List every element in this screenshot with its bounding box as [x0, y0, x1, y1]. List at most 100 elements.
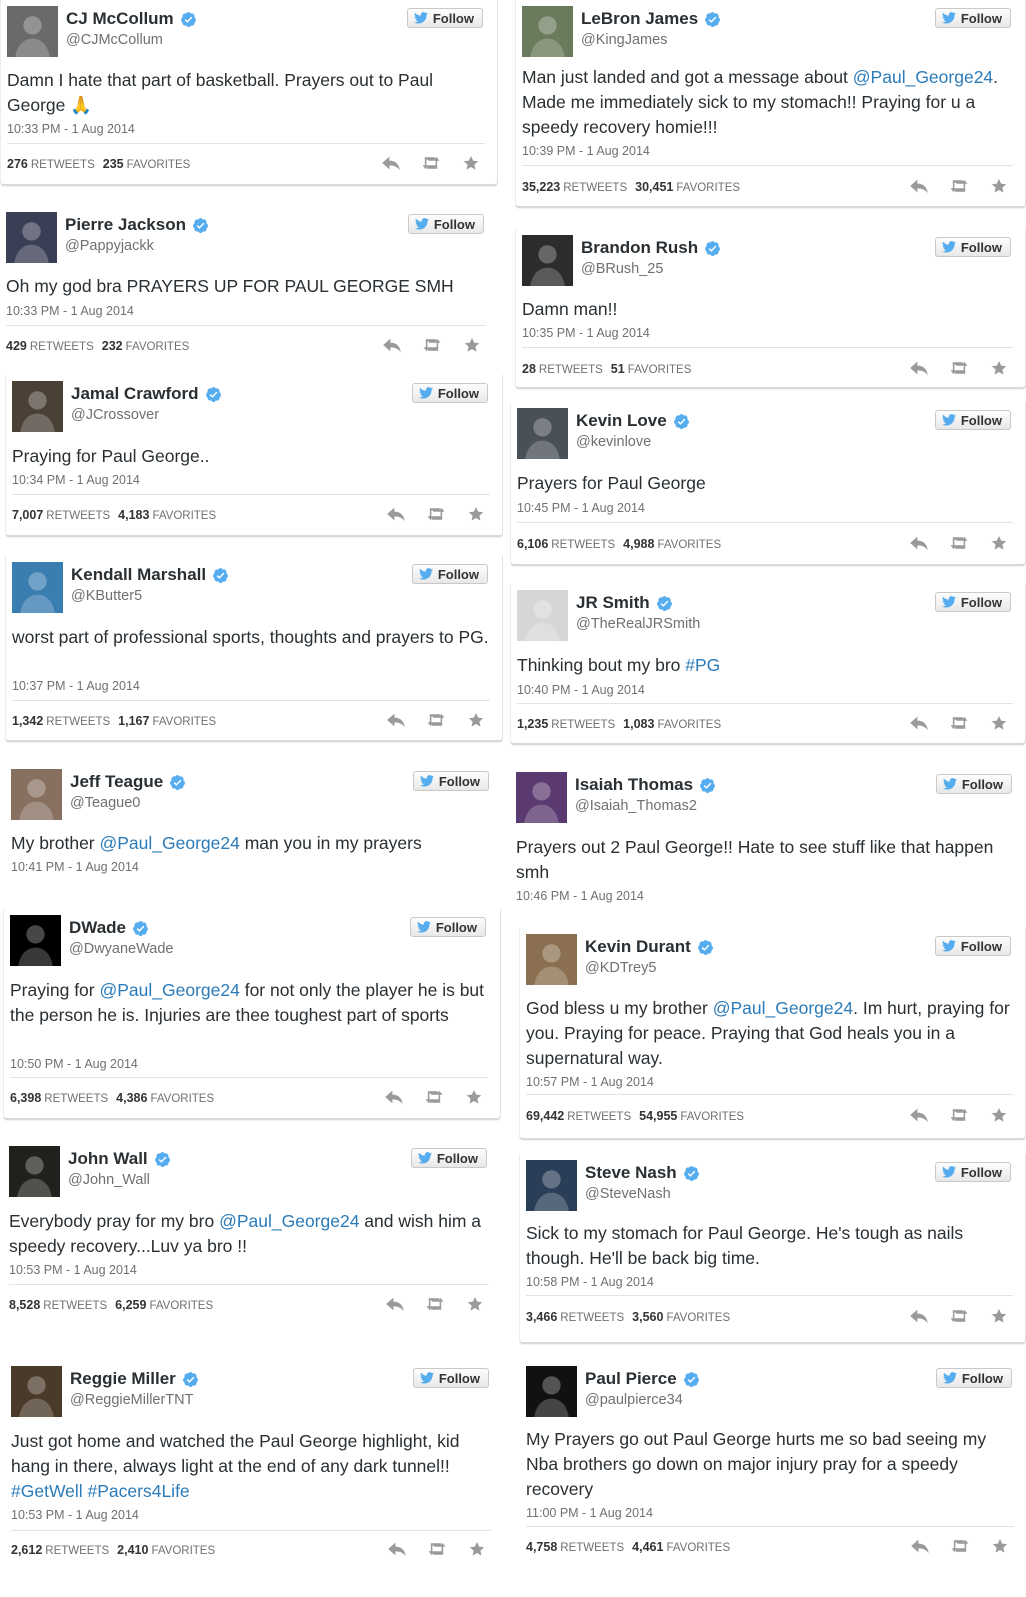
reply-icon[interactable] — [386, 712, 406, 728]
tweet-timestamp[interactable]: 10:33 PM - 1 Aug 2014 — [7, 122, 135, 136]
retweet-icon[interactable] — [949, 715, 969, 731]
retweet-icon[interactable] — [424, 1089, 444, 1105]
reply-icon[interactable] — [909, 1308, 929, 1324]
retweet-icon[interactable] — [949, 535, 969, 551]
author-handle[interactable]: @TheRealJRSmith — [576, 616, 700, 632]
author-name[interactable]: Reggie Miller — [70, 1368, 176, 1390]
tweet-timestamp[interactable]: 10:50 PM - 1 Aug 2014 — [10, 1057, 138, 1071]
retweet-icon[interactable] — [427, 1541, 447, 1557]
retweet-icon[interactable] — [425, 1296, 445, 1312]
avatar[interactable] — [516, 772, 567, 823]
follow-button[interactable]: Follow — [409, 917, 486, 937]
tweet-timestamp[interactable]: 10:45 PM - 1 Aug 2014 — [517, 501, 645, 515]
avatar[interactable] — [526, 1160, 577, 1211]
author-name[interactable]: Pierre Jackson — [65, 214, 186, 236]
author-handle[interactable]: @KButter5 — [71, 588, 142, 604]
avatar[interactable] — [12, 381, 63, 432]
author-handle[interactable]: @John_Wall — [68, 1172, 150, 1188]
tweet-timestamp[interactable]: 11:00 PM - 1 Aug 2014 — [526, 1506, 653, 1520]
author-handle[interactable]: @kevinlove — [576, 434, 651, 450]
favorite-star-icon[interactable] — [464, 1089, 484, 1105]
author-name[interactable]: Kendall Marshall — [71, 564, 206, 586]
retweet-icon[interactable] — [949, 1107, 969, 1123]
follow-button[interactable]: Follow — [935, 1368, 1012, 1388]
retweet-icon[interactable] — [950, 1538, 970, 1554]
tweet-timestamp[interactable]: 10:40 PM - 1 Aug 2014 — [517, 683, 645, 697]
tweet-timestamp[interactable]: 10:53 PM - 1 Aug 2014 — [11, 1508, 139, 1522]
avatar[interactable] — [12, 562, 63, 613]
tweet-mention-link[interactable]: @Paul_George24 — [713, 998, 853, 1018]
avatar[interactable] — [526, 1366, 577, 1417]
favorite-star-icon[interactable] — [989, 360, 1009, 376]
reply-icon[interactable] — [382, 337, 402, 353]
author-handle[interactable]: @DwyaneWade — [69, 941, 173, 957]
follow-button[interactable]: Follow — [934, 410, 1011, 430]
tweet-mention-link[interactable]: @Paul_George24 — [219, 1211, 359, 1231]
retweet-icon[interactable] — [426, 506, 446, 522]
favorite-star-icon[interactable] — [465, 1296, 485, 1312]
tweet-mention-link[interactable]: @Paul_George24 — [99, 980, 239, 1000]
tweet-timestamp[interactable]: 10:37 PM - 1 Aug 2014 — [12, 679, 140, 693]
avatar[interactable] — [526, 934, 577, 985]
favorite-star-icon[interactable] — [461, 155, 481, 171]
favorite-star-icon[interactable] — [462, 337, 482, 353]
author-name[interactable]: DWade — [69, 917, 126, 939]
reply-icon[interactable] — [909, 360, 929, 376]
favorite-star-icon[interactable] — [989, 1308, 1009, 1324]
reply-icon[interactable] — [909, 1107, 929, 1123]
retweet-icon[interactable] — [426, 712, 446, 728]
follow-button[interactable]: Follow — [412, 1368, 489, 1388]
author-name[interactable]: LeBron James — [581, 8, 698, 30]
tweet-timestamp[interactable]: 10:46 PM - 1 Aug 2014 — [516, 889, 644, 903]
author-name[interactable]: Paul Pierce — [585, 1368, 677, 1390]
author-name[interactable]: JR Smith — [576, 592, 650, 614]
follow-button[interactable]: Follow — [411, 564, 488, 584]
tweet-timestamp[interactable]: 10:57 PM - 1 Aug 2014 — [526, 1075, 654, 1089]
follow-button[interactable]: Follow — [934, 8, 1011, 28]
retweet-icon[interactable] — [949, 360, 969, 376]
favorite-star-icon[interactable] — [466, 712, 486, 728]
follow-button[interactable]: Follow — [935, 774, 1012, 794]
reply-icon[interactable] — [909, 535, 929, 551]
avatar[interactable] — [522, 235, 573, 286]
retweet-icon[interactable] — [949, 1308, 969, 1324]
tweet-mention-link[interactable]: @Paul_George24 — [853, 67, 993, 87]
author-handle[interactable]: @KDTrey5 — [585, 960, 656, 976]
reply-icon[interactable] — [910, 1538, 930, 1554]
author-handle[interactable]: @paulpierce34 — [585, 1392, 683, 1408]
tweet-mention-link[interactable]: #GetWell #Pacers4Life — [11, 1481, 190, 1501]
avatar[interactable] — [10, 915, 61, 966]
author-name[interactable]: John Wall — [68, 1148, 148, 1170]
reply-icon[interactable] — [387, 1541, 407, 1557]
author-name[interactable]: Kevin Durant — [585, 936, 691, 958]
retweet-icon[interactable] — [421, 155, 441, 171]
favorite-star-icon[interactable] — [467, 1541, 487, 1557]
follow-button[interactable]: Follow — [934, 1162, 1011, 1182]
retweet-icon[interactable] — [422, 337, 442, 353]
favorite-star-icon[interactable] — [989, 1107, 1009, 1123]
author-handle[interactable]: @ReggieMillerTNT — [70, 1392, 194, 1408]
author-handle[interactable]: @BRush_25 — [581, 261, 663, 277]
reply-icon[interactable] — [385, 1296, 405, 1312]
author-handle[interactable]: @KingJames — [581, 32, 667, 48]
author-name[interactable]: Kevin Love — [576, 410, 667, 432]
author-handle[interactable]: @CJMcCollum — [66, 32, 163, 48]
retweet-icon[interactable] — [949, 178, 969, 194]
tweet-timestamp[interactable]: 10:53 PM - 1 Aug 2014 — [9, 1263, 137, 1277]
avatar[interactable] — [517, 408, 568, 459]
reply-icon[interactable] — [909, 715, 929, 731]
tweet-timestamp[interactable]: 10:41 PM - 1 Aug 2014 — [11, 860, 139, 874]
author-name[interactable]: Brandon Rush — [581, 237, 698, 259]
reply-icon[interactable] — [386, 506, 406, 522]
author-name[interactable]: Jamal Crawford — [71, 383, 199, 405]
follow-button[interactable]: Follow — [410, 1148, 487, 1168]
avatar[interactable] — [517, 590, 568, 641]
author-name[interactable]: Steve Nash — [585, 1162, 677, 1184]
avatar[interactable] — [11, 1366, 62, 1417]
follow-button[interactable]: Follow — [407, 214, 484, 234]
author-handle[interactable]: @Pappyjackk — [65, 238, 154, 254]
tweet-mention-link[interactable]: #PG — [685, 655, 720, 675]
avatar[interactable] — [9, 1146, 60, 1197]
reply-icon[interactable] — [909, 178, 929, 194]
author-handle[interactable]: @Teague0 — [70, 795, 140, 811]
